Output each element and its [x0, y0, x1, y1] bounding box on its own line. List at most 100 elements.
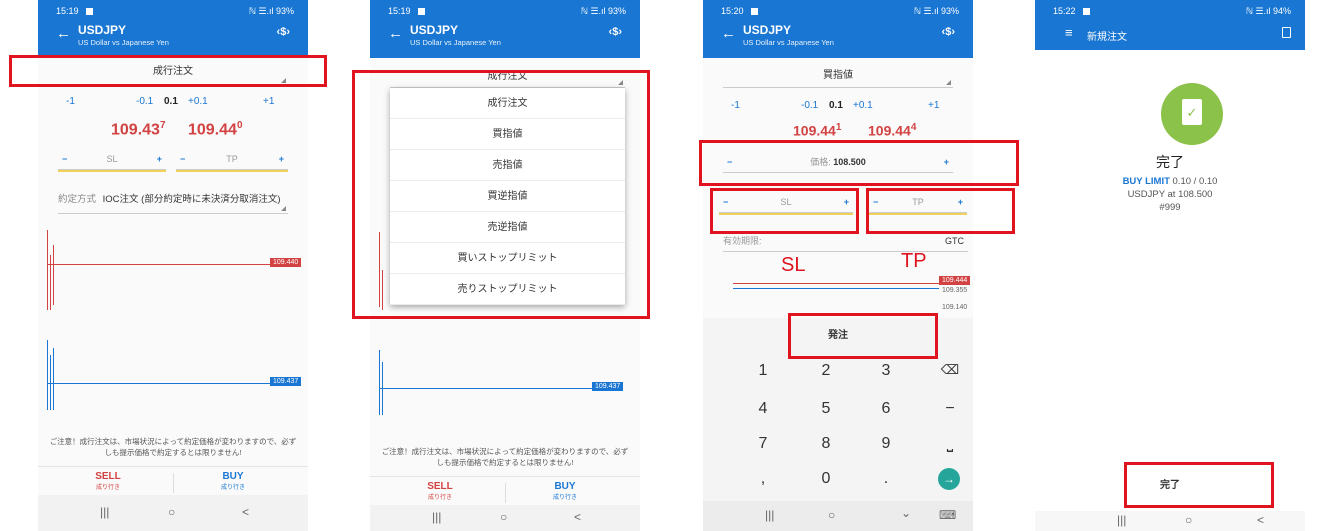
highlight-done-button — [1124, 462, 1274, 508]
back-nav-icon[interactable]: < — [574, 510, 581, 524]
home-nav-icon[interactable]: ○ — [828, 508, 835, 522]
key-7[interactable]: 7 — [733, 435, 793, 453]
bid-price-tag: 109.444 — [939, 276, 971, 285]
keyboard-nav-icon[interactable]: ⌨ — [939, 508, 956, 522]
buy-button[interactable]: BUY 成り行き — [188, 471, 278, 491]
hamburger-menu-icon[interactable]: ≡ — [1065, 25, 1073, 40]
bid-price-tag: 109.440 — [270, 258, 302, 267]
sl-plus[interactable]: + — [157, 148, 162, 170]
home-nav-icon[interactable]: ○ — [1185, 513, 1192, 527]
system-nav-bar: ||| ○ < — [370, 505, 640, 531]
minus-key[interactable]: − — [920, 400, 973, 418]
status-indicators: ℕ ☰.ıl 93% — [248, 6, 294, 16]
symbol-description: US Dollar vs Japanese Yen — [410, 38, 501, 47]
app-bar: 15:22 ℕ ☰.ıl 94% ≡ 新規注文 — [1035, 0, 1305, 50]
bid-spike — [53, 245, 54, 305]
volume-minus-1[interactable]: -1 — [66, 96, 75, 107]
volume-value[interactable]: 0.1 — [164, 96, 178, 107]
sell-price: 109.441 — [793, 122, 841, 139]
volume-plus-0-1[interactable]: +0.1 — [188, 96, 208, 107]
order-symbol-line: USDJPY at 108.500 — [1127, 189, 1213, 200]
copy-icon[interactable] — [1282, 27, 1291, 38]
back-arrow-icon[interactable]: ← — [56, 25, 71, 42]
buy-price-main: 109.44 — [188, 121, 237, 139]
status-time: 15:20 — [721, 6, 744, 16]
volume-value[interactable]: 0.1 — [829, 100, 843, 111]
key-9[interactable]: 9 — [856, 435, 916, 453]
status-indicators: ℕ ☰.ıl 93% — [913, 6, 959, 16]
symbol-title-block: USDJPY US Dollar vs Japanese Yen — [78, 23, 169, 47]
back-arrow-icon[interactable]: ← — [721, 25, 736, 42]
order-summary-line: BUY LIMIT 0.10 / 0.10 — [1035, 176, 1305, 187]
tp-field[interactable]: − TP + — [176, 148, 288, 170]
app-bar: 15:19 ℕ ☰.ıl 93% ← USDJPY US Dollar vs J… — [38, 0, 308, 58]
buy-price-pip: 0 — [236, 120, 243, 131]
home-nav-icon[interactable]: ○ — [500, 510, 507, 524]
key-1[interactable]: 1 — [733, 362, 793, 380]
sl-field[interactable]: − SL + — [58, 148, 166, 170]
status-indicators: ℕ ☰.ıl 93% — [580, 6, 626, 16]
notification-icon — [751, 8, 758, 15]
volume-plus-0-1[interactable]: +0.1 — [853, 100, 873, 111]
buy-button[interactable]: BUY 成り行き — [520, 481, 610, 501]
fill-policy-value: IOC注文 (部分約定時に未決済分取消注文) — [102, 194, 281, 205]
app-bar: 15:19 ℕ ☰.ıl 93% ← USDJPY US Dollar vs J… — [370, 0, 640, 58]
back-nav-icon[interactable]: < — [242, 505, 249, 519]
system-nav-bar: ||| ○ < — [38, 495, 308, 531]
trade-divider — [505, 483, 506, 503]
symbol-switch-icon[interactable]: ‹$› — [277, 26, 290, 38]
back-arrow-icon[interactable]: ← — [388, 25, 403, 42]
sl-label: SL — [106, 154, 118, 164]
notification-icon — [1083, 8, 1090, 15]
volume-minus-0-1[interactable]: -0.1 — [136, 96, 153, 107]
recents-nav-icon[interactable]: ||| — [432, 510, 441, 524]
hide-keyboard-nav-icon[interactable]: ⌄ — [901, 506, 911, 520]
order-type-dropdown[interactable]: 買指値 — [723, 64, 953, 88]
symbol-title: USDJPY — [410, 23, 459, 37]
buy-label: BUY — [222, 471, 244, 482]
sell-label: SELL — [427, 481, 453, 492]
notification-icon — [86, 8, 93, 15]
recents-nav-icon[interactable]: ||| — [1117, 513, 1126, 527]
sell-button[interactable]: SELL 成り行き — [63, 471, 153, 491]
key-3[interactable]: 3 — [856, 362, 916, 380]
key-8[interactable]: 8 — [796, 435, 856, 453]
order-number: #999 — [1159, 202, 1181, 213]
key-5[interactable]: 5 — [796, 400, 856, 418]
phone-screen-buy-limit: 15:20 ℕ ☰.ıl 93% ← USDJPY US Dollar vs J… — [703, 0, 973, 531]
space-key-icon[interactable]: ⎵ — [920, 435, 973, 453]
backspace-key-icon[interactable]: ⌫ — [920, 362, 973, 378]
recents-nav-icon[interactable]: ||| — [765, 508, 774, 522]
bid-spike — [47, 230, 48, 310]
back-nav-icon[interactable]: < — [1257, 513, 1264, 527]
sell-button[interactable]: SELL 成り行き — [395, 481, 485, 501]
comma-key[interactable]: , — [733, 470, 793, 488]
symbol-switch-icon[interactable]: ‹$› — [942, 26, 955, 38]
success-icon: ✓ — [1161, 83, 1223, 145]
low-price-tag: 109.140 — [942, 304, 968, 311]
ask-line — [48, 383, 270, 384]
volume-minus-0-1[interactable]: -0.1 — [801, 100, 818, 111]
key-6[interactable]: 6 — [856, 400, 916, 418]
highlight-price-field — [699, 140, 1019, 186]
symbol-switch-icon[interactable]: ‹$› — [609, 26, 622, 38]
tp-plus[interactable]: + — [279, 148, 284, 170]
volume-plus-1[interactable]: +1 — [928, 100, 939, 111]
tutorial-stage: 15:19 ℕ ☰.ıl 93% ← USDJPY US Dollar vs J… — [0, 0, 1325, 531]
status-bar: 15:22 ℕ ☰.ıl 94% — [1053, 6, 1295, 18]
volume-plus-1[interactable]: +1 — [263, 96, 274, 107]
key-0[interactable]: 0 — [796, 470, 856, 488]
period-key[interactable]: . — [856, 470, 916, 488]
volume-minus-1[interactable]: -1 — [731, 100, 740, 111]
notification-icon — [418, 8, 425, 15]
next-key-icon[interactable]: → — [938, 468, 960, 490]
status-time: 15:19 — [388, 6, 411, 16]
fill-policy-dropdown[interactable]: 約定方式 IOC注文 (部分約定時に未決済分取消注文) — [58, 186, 288, 214]
recents-nav-icon[interactable]: ||| — [100, 505, 109, 519]
home-nav-icon[interactable]: ○ — [168, 505, 175, 519]
sell-price-pip: 1 — [835, 122, 842, 133]
key-4[interactable]: 4 — [733, 400, 793, 418]
buy-price-pip: 4 — [910, 122, 917, 133]
key-2[interactable]: 2 — [796, 362, 856, 380]
bid-line — [48, 264, 270, 265]
